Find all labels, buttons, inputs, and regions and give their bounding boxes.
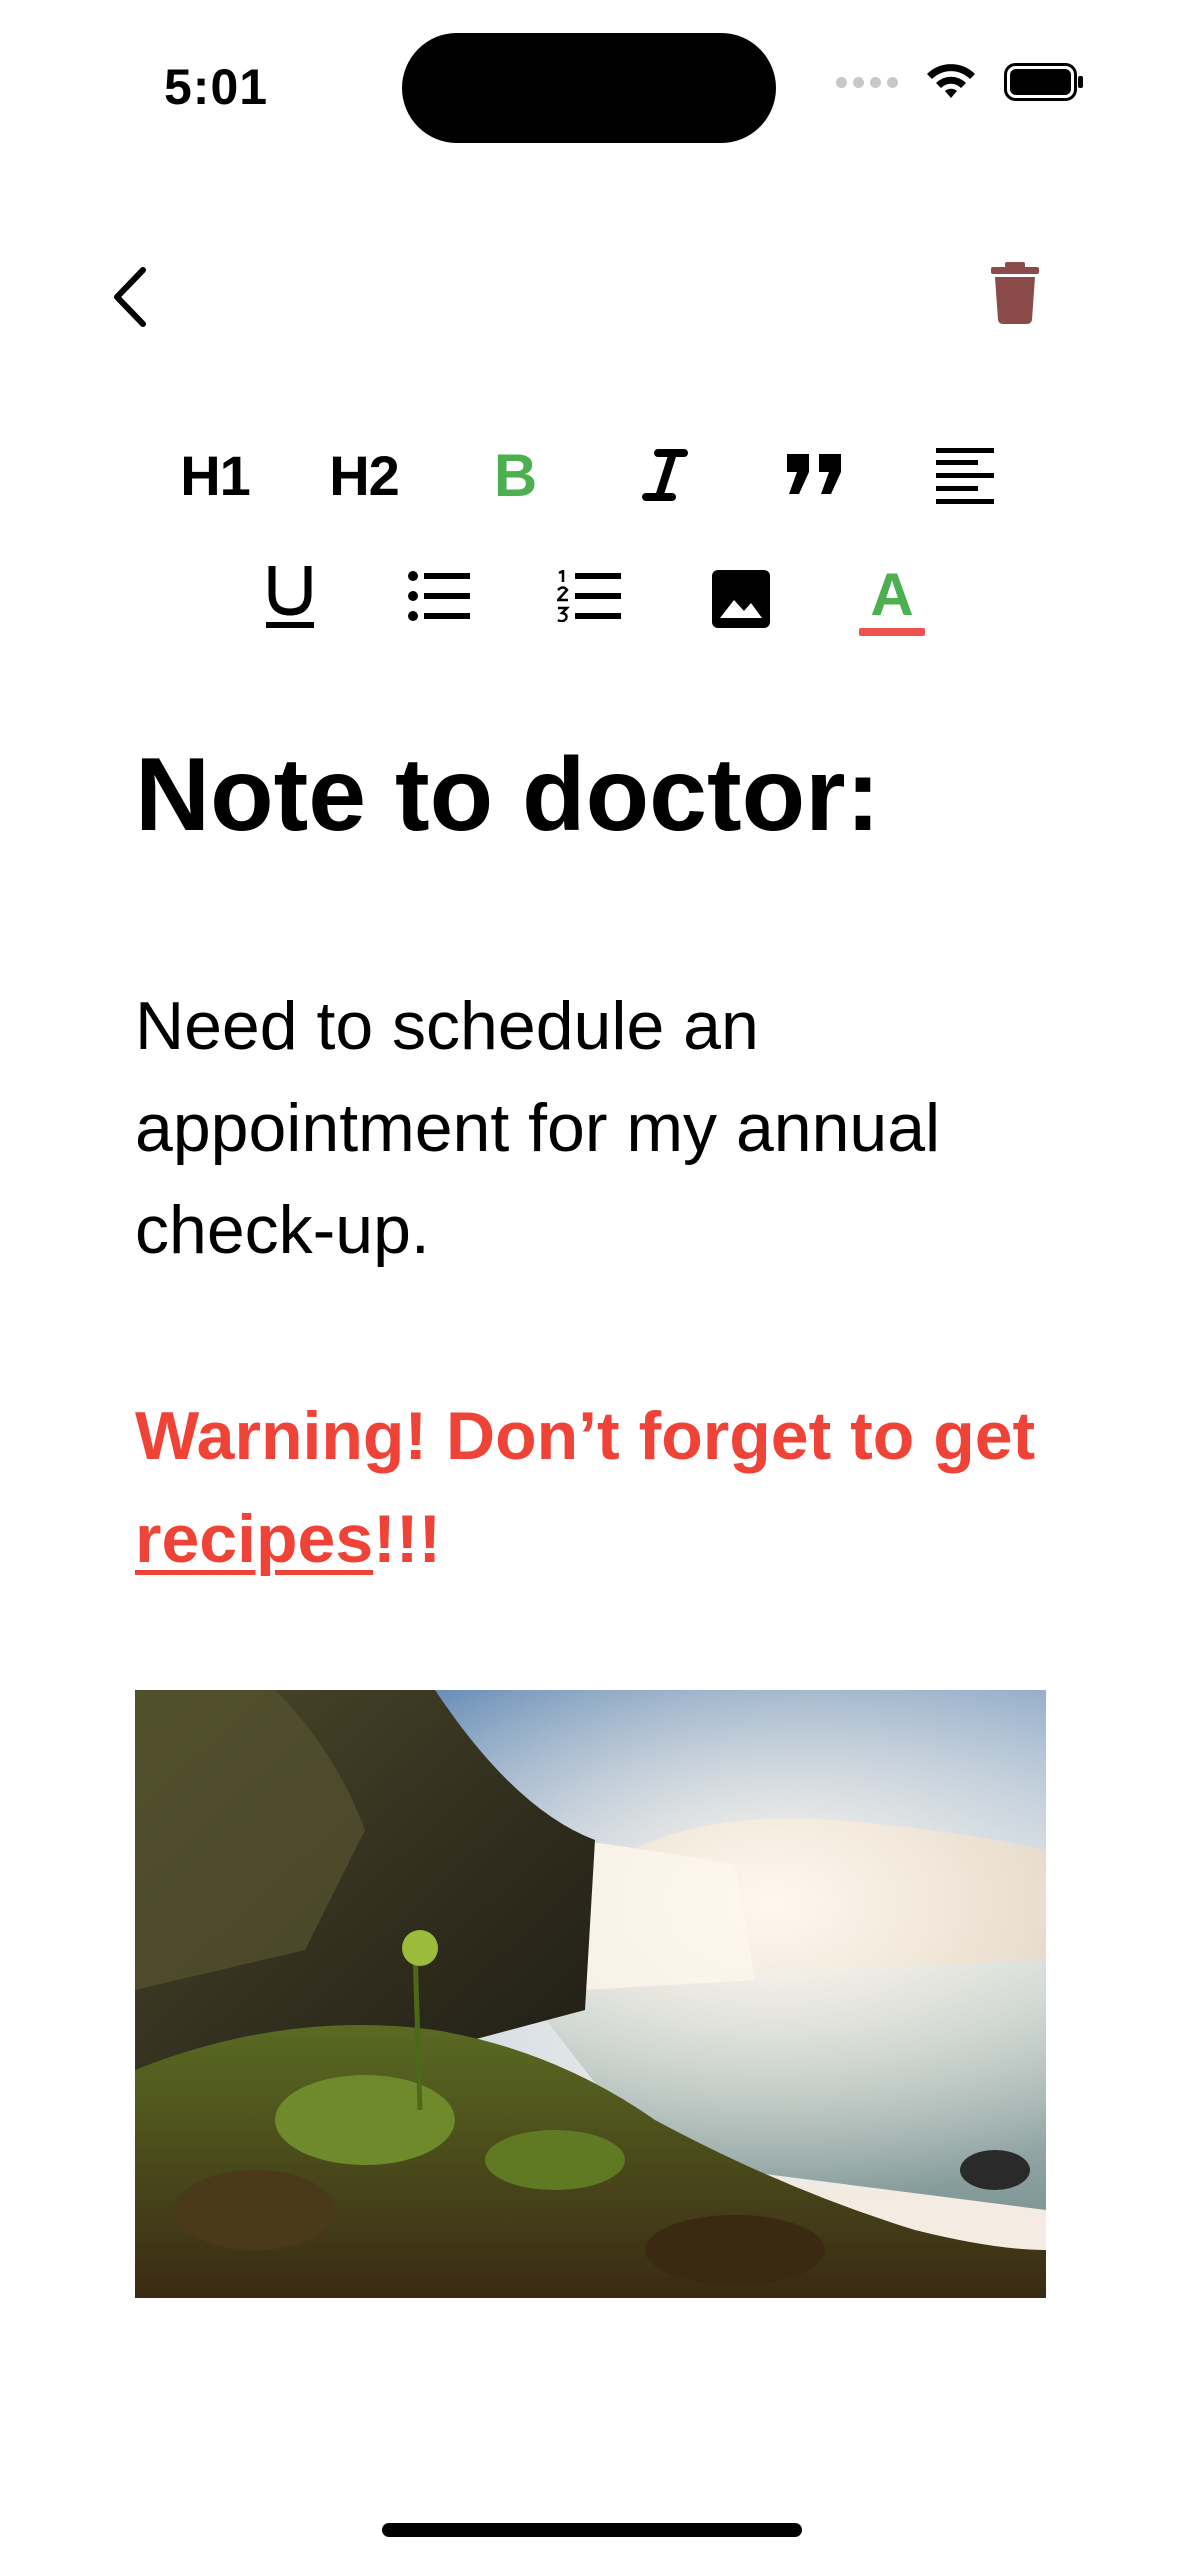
warning-link: recipes: [135, 1501, 374, 1577]
quote-icon: [787, 454, 841, 494]
wifi-icon: [927, 64, 975, 98]
cellular-icon: [836, 76, 898, 88]
heading-1-button[interactable]: H1: [175, 440, 255, 510]
italic-button[interactable]: [640, 440, 690, 510]
text-color-bar: [859, 628, 925, 636]
note-editor-screen: 5:01 H1 H2 B A Note to doctor: Need to s…: [0, 0, 1179, 2556]
align-button[interactable]: [936, 448, 994, 504]
bullet-list-icon: [408, 571, 470, 621]
status-icons: [836, 62, 1084, 102]
insert-image-button[interactable]: [712, 570, 770, 628]
text-color-letter: A: [870, 561, 914, 628]
note-warning[interactable]: Warning! Don’t forget to get recipes!!!: [135, 1385, 1055, 1591]
note-title[interactable]: Note to doctor:: [135, 735, 880, 855]
battery-icon: [1004, 63, 1083, 101]
underline-button[interactable]: [262, 560, 318, 630]
image-icon: [712, 570, 770, 628]
trash-icon: [991, 262, 1039, 324]
home-indicator[interactable]: [382, 2523, 802, 2537]
bullet-list-button[interactable]: [408, 570, 470, 622]
warning-suffix: !!!: [373, 1501, 442, 1577]
numbered-list-icon: [557, 570, 621, 622]
note-body[interactable]: Need to schedule an appointment for my a…: [135, 975, 1055, 1281]
quote-button[interactable]: [785, 452, 845, 496]
align-left-icon: [936, 448, 994, 504]
status-time: 5:01: [164, 59, 269, 115]
text-color-button[interactable]: A: [858, 560, 926, 640]
bold-button[interactable]: B: [490, 440, 540, 510]
note-image[interactable]: [135, 1690, 1046, 2298]
back-button[interactable]: [105, 262, 155, 332]
dynamic-island: [402, 33, 776, 143]
warning-prefix: Warning! Don’t forget to get: [135, 1398, 1036, 1474]
delete-button[interactable]: [991, 262, 1039, 324]
chevron-left-icon: [114, 267, 146, 327]
italic-icon: [642, 449, 688, 501]
waterfall-image: [135, 1690, 1046, 2298]
numbered-list-button[interactable]: [557, 570, 621, 622]
heading-2-button[interactable]: H2: [322, 440, 406, 510]
underline-icon: [266, 566, 314, 628]
